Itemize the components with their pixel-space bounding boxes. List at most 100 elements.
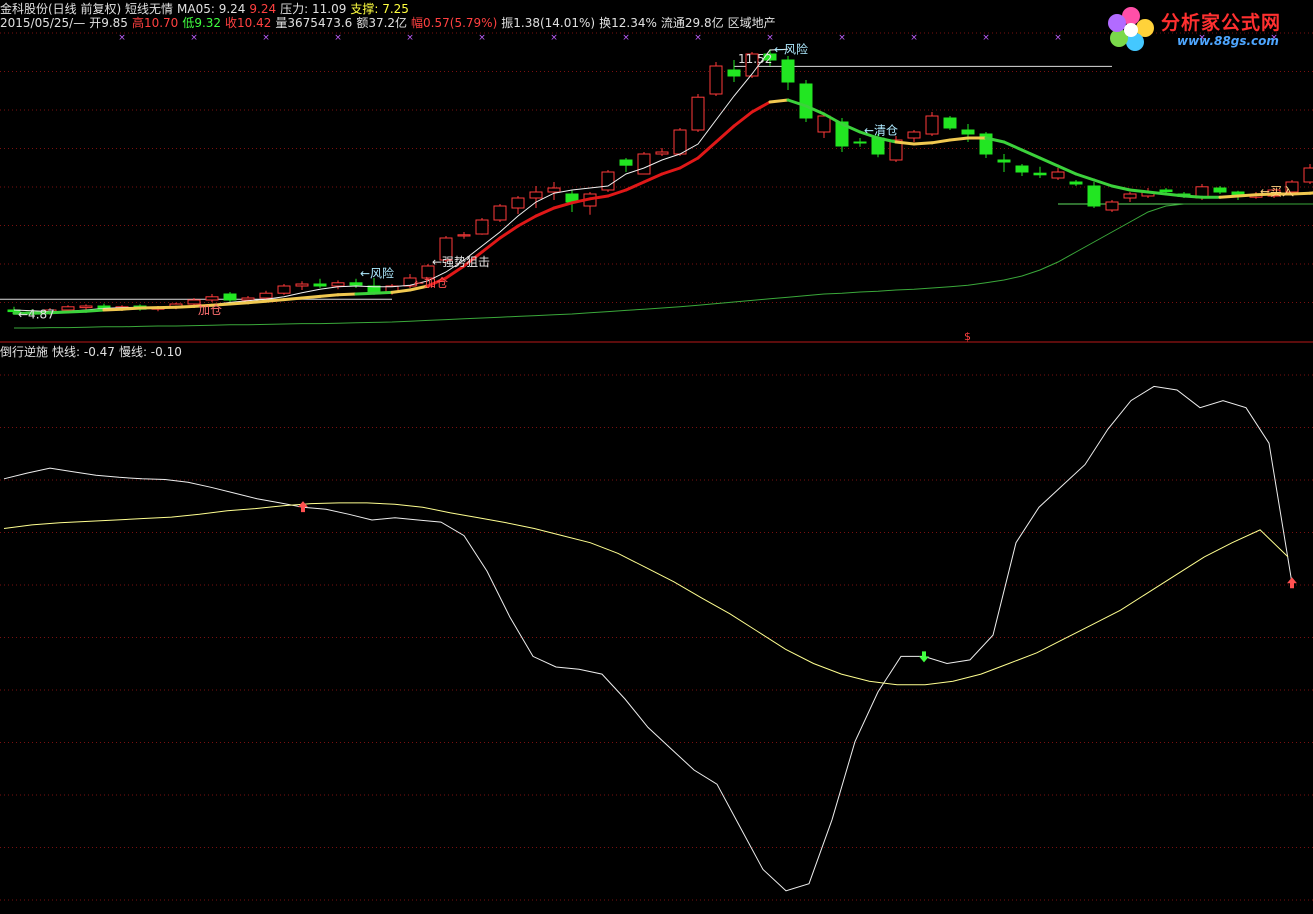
ma05-segment bbox=[320, 295, 338, 297]
candle-body bbox=[962, 130, 974, 134]
candle-body bbox=[692, 97, 704, 130]
candle-body bbox=[62, 307, 74, 310]
chart-svg[interactable]: $××××××××××××××××××←4.87加仓←风险←加仓←强势狙击11.… bbox=[0, 0, 1313, 911]
candle-body bbox=[548, 188, 560, 192]
ma05-segment bbox=[1166, 194, 1184, 196]
ma05-segment bbox=[1220, 196, 1238, 197]
candle-body bbox=[530, 192, 542, 198]
cross-marker: × bbox=[910, 33, 918, 43]
sell-arrow-icon bbox=[919, 651, 929, 662]
candle-body bbox=[350, 283, 362, 285]
ma05-segment bbox=[248, 301, 266, 303]
ma05-segment bbox=[734, 112, 752, 126]
ma05-segment bbox=[374, 292, 392, 293]
ma05-segment bbox=[1022, 150, 1040, 158]
candle-body bbox=[782, 60, 794, 82]
header-main-item-2: 9.24 bbox=[249, 2, 276, 16]
header-main-item-1: MA05: 9.24 bbox=[177, 2, 245, 16]
ma05-segment bbox=[122, 308, 140, 309]
ma05-segment bbox=[626, 182, 644, 190]
cross-marker: × bbox=[478, 33, 486, 43]
ma05-segment bbox=[644, 174, 662, 182]
ma05-segment bbox=[1112, 186, 1130, 190]
ma05-segment bbox=[914, 143, 932, 144]
candle-body bbox=[98, 306, 110, 308]
cross-marker: × bbox=[838, 33, 846, 43]
signal-label: ←加仓 bbox=[414, 276, 448, 290]
candle-body bbox=[620, 160, 632, 165]
header-quote-item-7: 幅0.57(5.79%) bbox=[411, 16, 497, 30]
ma05-segment bbox=[716, 126, 734, 142]
header-main-item-0: 金科股份(日线 前复权) 短线无情 bbox=[0, 2, 173, 16]
candle-body bbox=[1088, 186, 1100, 206]
header-quote-item-5: 量3675473.6 bbox=[275, 16, 352, 30]
buy-arrow-icon bbox=[1287, 577, 1297, 588]
candle-body bbox=[638, 154, 650, 174]
ma05-segment bbox=[1184, 196, 1202, 197]
ma05-segment bbox=[680, 158, 698, 168]
ma05-segment bbox=[1040, 158, 1058, 166]
ma05-segment bbox=[1238, 195, 1256, 196]
candle-body bbox=[278, 286, 290, 293]
candle-body bbox=[656, 152, 668, 154]
header-quote-item-8: 振1.38(14.01%) bbox=[501, 16, 595, 30]
cross-marker: × bbox=[694, 33, 702, 43]
ma05-segment bbox=[230, 303, 248, 304]
chart-stage[interactable]: $××××××××××××××××××←4.87加仓←风险←加仓←强势狙击11.… bbox=[0, 0, 1313, 911]
ma05-segment bbox=[1148, 192, 1166, 194]
logo-url: www.88gs.com bbox=[1177, 34, 1279, 48]
ma05-segment bbox=[68, 311, 86, 312]
cross-marker: × bbox=[1054, 33, 1062, 43]
candle-body bbox=[1304, 168, 1313, 182]
candle-body bbox=[224, 294, 236, 300]
candle-body bbox=[710, 66, 722, 94]
cross-marker: × bbox=[262, 33, 270, 43]
ma05-segment bbox=[554, 203, 572, 208]
signal-label: ←4.87 bbox=[18, 307, 55, 321]
signal-label: ←买入 bbox=[1260, 184, 1294, 198]
header-main-item-3: 压力: 11.09 bbox=[280, 2, 346, 16]
header-line-indicator: 倒行逆施快线: -0.47 慢线: -0.10 bbox=[0, 345, 186, 359]
buy-arrow-icon bbox=[298, 501, 308, 512]
ma05-segment bbox=[1076, 174, 1094, 180]
cross-marker: × bbox=[190, 33, 198, 43]
header-line-main: 金科股份(日线 前复权) 短线无情 MA05: 9.24 9.24 压力: 11.09… bbox=[0, 2, 413, 16]
ma05-segment bbox=[86, 310, 104, 311]
ma05-segment bbox=[500, 226, 518, 238]
header-indicator-item-1: 快线: -0.47 bbox=[52, 345, 115, 359]
header-indicator-item-0: 倒行逆施 bbox=[0, 345, 48, 359]
header-indicator-item-2: 慢线: -0.10 bbox=[119, 345, 182, 359]
candle-body bbox=[944, 118, 956, 128]
ma05-segment bbox=[608, 190, 626, 196]
ma05-segment bbox=[302, 296, 320, 298]
signal-label: ←清仓 bbox=[864, 123, 898, 137]
cross-marker: × bbox=[406, 33, 414, 43]
header-quote-item-3: 低9.32 bbox=[182, 16, 221, 30]
ma05-segment bbox=[698, 142, 716, 158]
candle-body bbox=[296, 284, 308, 286]
cross-marker: × bbox=[550, 33, 558, 43]
header-quote-item-10: 流通29.8亿 bbox=[661, 16, 724, 30]
header-line-quote: 2015/05/25/—开9.85高10.70低9.32收10.42量36754… bbox=[0, 16, 780, 30]
ma05-segment bbox=[176, 306, 194, 307]
candle-body bbox=[728, 70, 740, 76]
candle-body bbox=[1124, 194, 1136, 198]
white-ma-line bbox=[14, 49, 788, 311]
candle-body bbox=[674, 130, 686, 154]
candle-body bbox=[1052, 172, 1064, 178]
signal-label: 加仓 bbox=[198, 303, 222, 317]
candle-body bbox=[800, 84, 812, 118]
ma05-segment bbox=[896, 142, 914, 144]
ma05-segment bbox=[770, 100, 788, 102]
ma05-segment bbox=[356, 293, 374, 294]
ma05-segment bbox=[662, 168, 680, 174]
site-logo: 分析家公式网 www.88gs.com bbox=[1103, 4, 1303, 54]
cross-marker: × bbox=[118, 33, 126, 43]
ma05-segment bbox=[338, 294, 356, 295]
ma05-segment bbox=[266, 300, 284, 302]
cross-marker: × bbox=[334, 33, 342, 43]
candle-body bbox=[494, 206, 506, 220]
candle-body bbox=[1016, 166, 1028, 172]
candle-body bbox=[242, 298, 254, 300]
ma05-segment bbox=[1130, 190, 1148, 192]
